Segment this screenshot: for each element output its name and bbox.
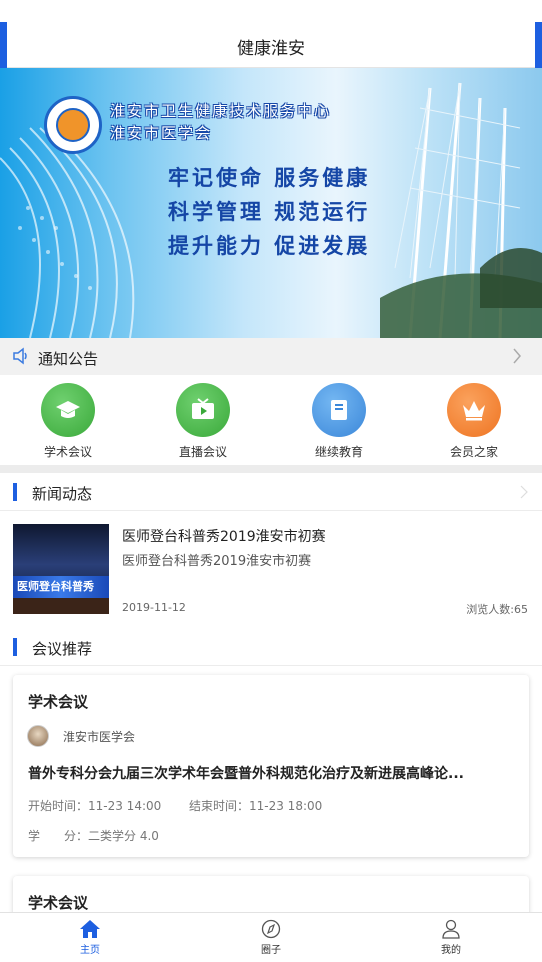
meeting-end-time: 结束时间：11-23 18:00 xyxy=(189,799,323,813)
section-accent-bar xyxy=(13,483,17,501)
notice-label: 通知公告 xyxy=(38,350,99,368)
tv-play-icon xyxy=(176,383,230,437)
compass-icon xyxy=(261,919,281,939)
news-views: 浏览人数:65 xyxy=(466,603,528,616)
speaker-icon xyxy=(13,347,27,365)
quick-link-academic-meeting[interactable]: 学术会议 xyxy=(18,383,118,460)
banner-org-line2: 淮安市医学会 xyxy=(110,124,213,142)
meeting-type: 学术会议 xyxy=(28,693,89,711)
news-subtitle: 医师登台科普秀2019淮安市初赛 xyxy=(122,554,312,569)
meeting-type: 学术会议 xyxy=(28,894,89,912)
thumbnail-text: 医师登台科普秀 xyxy=(17,580,94,593)
quick-link-continuing-education[interactable]: 继续教育 xyxy=(289,383,389,460)
chevron-right-icon xyxy=(513,348,521,364)
quick-link-label: 继续教育 xyxy=(314,445,363,459)
news-date: 2019-11-12 xyxy=(122,601,186,614)
meeting-start-time: 开始时间：11-23 14:00 xyxy=(28,799,162,813)
banner-carousel[interactable]: 淮安市卫生健康技术服务中心 淮安市医学会 牢记使命 服务健康 科学管理 规范运行… xyxy=(0,68,542,338)
section-divider xyxy=(0,465,542,473)
avatar xyxy=(27,725,49,747)
app-header: 健康淮安 xyxy=(0,0,542,68)
tab-label: 圈子 xyxy=(261,945,281,956)
news-section-header[interactable]: 新闻动态 xyxy=(0,473,542,511)
book-icon xyxy=(312,383,366,437)
meeting-section-header: 会议推荐 xyxy=(0,628,542,666)
news-thumbnail: 医师登台科普秀 xyxy=(13,524,109,614)
user-icon xyxy=(442,919,460,939)
quick-link-label: 学术会议 xyxy=(43,445,92,459)
news-section-title: 新闻动态 xyxy=(32,485,93,503)
graduation-cap-icon xyxy=(41,383,95,437)
tab-home[interactable]: 主页 xyxy=(60,919,120,956)
tab-label: 我的 xyxy=(441,945,461,956)
thumbnail-stage xyxy=(13,598,109,614)
meeting-card[interactable]: 学术会议 淮安市医学会 普外专科分会九届三次学术年会暨普外科规范化治疗及新进展高… xyxy=(13,675,529,857)
banner-slogan-2: 科学管理 规范运行 xyxy=(168,199,371,224)
quick-link-label: 直播会议 xyxy=(178,445,227,459)
tab-label: 主页 xyxy=(80,945,100,956)
meeting-section-title: 会议推荐 xyxy=(32,640,93,658)
meeting-title: 普外专科分会九届三次学术年会暨普外科规范化治疗及新进展高峰论... xyxy=(28,766,464,782)
quick-link-live-meeting[interactable]: 直播会议 xyxy=(153,383,253,460)
quick-links: 学术会议 直播会议 继续教育 会员之家 xyxy=(0,375,542,465)
quick-link-label: 会员之家 xyxy=(449,445,498,459)
medical-association-logo xyxy=(44,96,102,154)
page-title: 健康淮安 xyxy=(237,39,305,59)
banner-slogan-1: 牢记使命 服务健康 xyxy=(168,165,371,190)
meeting-organizer: 淮安市医学会 xyxy=(63,730,136,744)
notice-bar[interactable]: 通知公告 xyxy=(0,338,542,375)
logo-emblem xyxy=(56,108,90,142)
crown-icon xyxy=(447,383,501,437)
meeting-credit: 学 分：二类学分 4.0 xyxy=(28,829,159,843)
tab-circle[interactable]: 圈子 xyxy=(241,919,301,956)
banner-org-line1: 淮安市卫生健康技术服务中心 xyxy=(110,102,332,120)
section-accent-bar xyxy=(13,638,17,656)
banner-slogan-3: 提升能力 促进发展 xyxy=(168,233,371,258)
header-edge-right xyxy=(535,22,542,68)
bottom-tab-bar: 主页 圈子 我的 xyxy=(0,912,542,962)
quick-link-member-home[interactable]: 会员之家 xyxy=(424,383,524,460)
news-title: 医师登台科普秀2019淮安市初赛 xyxy=(122,529,326,545)
home-icon xyxy=(80,920,100,938)
tab-mine[interactable]: 我的 xyxy=(421,919,481,956)
news-item[interactable]: 医师登台科普秀 医师登台科普秀2019淮安市初赛 医师登台科普秀2019淮安市初… xyxy=(0,512,542,624)
chevron-right-icon xyxy=(520,485,528,499)
